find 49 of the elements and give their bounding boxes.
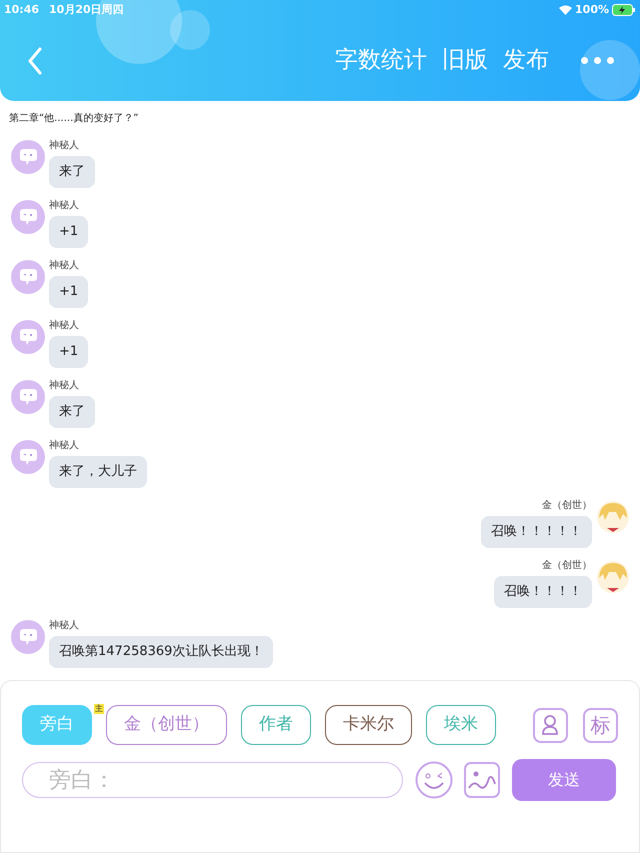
header-action[interactable]: 旧版 [442,43,488,78]
wifi-icon [559,5,572,15]
status-date: 10月20日周四 [49,2,124,18]
message-bubble: 来了，大儿子 [49,456,147,488]
avatar-icon [596,500,630,534]
avatar-icon [11,200,45,234]
tag-button[interactable]: 标 [583,708,618,742]
avatar-icon [11,440,45,474]
chapter-title: 第二章“他......真的变好了？” [8,112,140,126]
person-button[interactable] [533,708,568,742]
battery-icon [612,4,636,16]
battery-percent: 100% [575,2,609,18]
sender-name: 金（创世） [542,500,592,512]
message-bubble: 召唤！！！！ [494,576,592,608]
message-bubble: +1 [49,276,88,308]
header-action[interactable]: 发布 [503,43,549,78]
sender-name: 神秘人 [49,620,79,632]
input-field[interactable]: 旁白： [22,762,403,798]
message-bubble: 召唤！！！！！ [481,516,592,548]
status-time: 10:46 [4,2,40,18]
emoji-button[interactable] [415,761,453,799]
sender-name: 神秘人 [49,320,79,332]
main-badge: 主 [94,704,104,714]
role-chip[interactable]: 旁白 [22,705,92,745]
avatar-icon [11,380,45,414]
sender-name: 神秘人 [49,260,79,272]
sender-name: 金（创世） [542,560,592,572]
role-chip[interactable]: 作者 [241,705,311,745]
role-chip[interactable]: 卡米尔 [325,705,412,745]
avatar-icon [11,620,45,654]
message-bubble: +1 [49,336,88,368]
sender-name: 神秘人 [49,140,79,152]
avatar-icon [11,260,45,294]
avatar-icon [11,320,45,354]
sender-name: 神秘人 [49,440,79,452]
message-bubble: +1 [49,216,88,248]
sender-name: 神秘人 [49,380,79,392]
message-bubble: 来了 [49,156,95,188]
avatar-icon [596,560,630,594]
message-bubble: 召唤第147258369次让队长出现！ [49,636,274,668]
header-action[interactable]: 字数统计 [335,43,427,78]
sender-name: 神秘人 [49,200,79,212]
avatar-icon [11,140,45,174]
image-button[interactable] [464,762,500,798]
role-chip[interactable]: 埃米 [426,705,496,745]
send-button[interactable]: 发送 [512,759,616,801]
role-chip[interactable]: 金（创世） [106,705,227,745]
message-bubble: 来了 [49,396,95,428]
person-icon [540,714,560,736]
